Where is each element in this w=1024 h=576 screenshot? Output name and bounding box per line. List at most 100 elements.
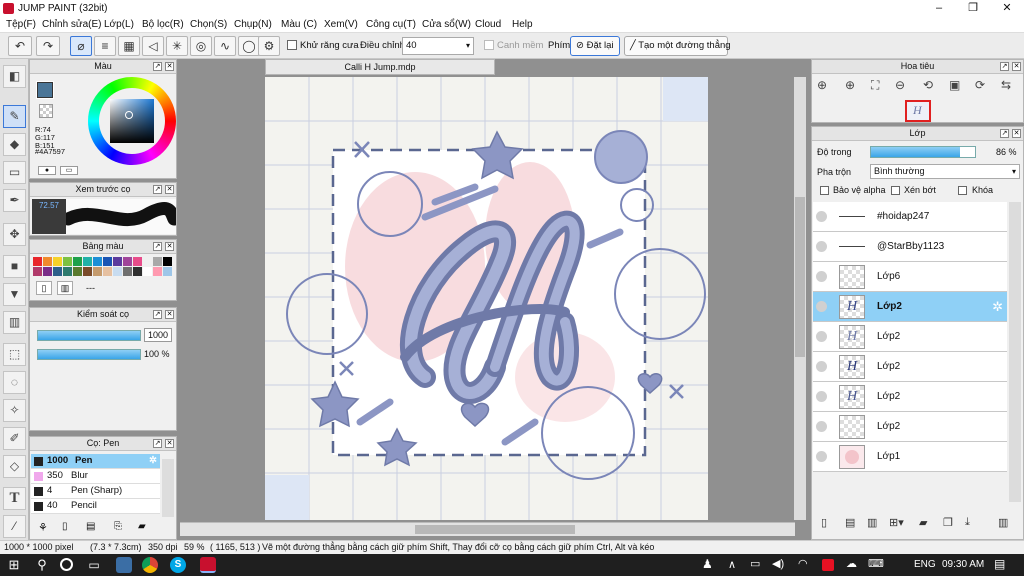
menu-tools[interactable]: Công cụ(T) [366, 19, 416, 31]
palette-swatch[interactable] [33, 267, 42, 276]
protect-alpha-checkbox[interactable] [820, 186, 829, 195]
select-rect-icon[interactable]: ⬚ [3, 343, 26, 366]
rectangle-select-icon[interactable]: ▭ [3, 161, 26, 184]
panel-close-icon[interactable]: ✕ [1012, 129, 1021, 138]
chrome-icon[interactable] [142, 557, 158, 573]
new-layer-icon[interactable]: ▯ [821, 516, 827, 529]
palette-swatch[interactable] [83, 267, 92, 276]
palette-swatch[interactable] [43, 257, 52, 266]
select-pen-icon[interactable]: ✐ [3, 427, 26, 450]
antivirus-icon[interactable] [822, 559, 834, 571]
layer-row[interactable]: Lớp6 [813, 262, 1007, 292]
folder-icon[interactable]: ▰ [919, 516, 927, 529]
panel-close-icon[interactable]: ✕ [165, 310, 174, 319]
panel-float-icon[interactable]: ↗ [1000, 62, 1009, 71]
eraser-tool-icon[interactable]: ◆ [3, 133, 26, 156]
palette-swatch[interactable] [63, 267, 72, 276]
stroke-mode-concentric-icon[interactable]: ◎ [190, 36, 212, 56]
lasso-tool-icon[interactable]: ◌ [3, 371, 26, 394]
layer-visibility-icon[interactable] [816, 241, 827, 252]
reset-rotation-icon[interactable]: ▣ [949, 78, 960, 92]
layer-row[interactable]: H Lớp2 [813, 352, 1007, 382]
photos-app-icon[interactable] [116, 557, 132, 573]
new-halftone-layer-icon[interactable]: ▤ [845, 516, 855, 529]
palette-swatch[interactable] [33, 257, 42, 266]
brush-opacity-slider[interactable] [37, 349, 141, 360]
cortana-icon[interactable] [60, 558, 73, 571]
hue-wheel[interactable] [88, 77, 176, 165]
menu-cloud[interactable]: Cloud [475, 19, 501, 31]
palette-swatch[interactable] [153, 257, 162, 266]
move-tool-icon[interactable]: ✥ [3, 223, 26, 246]
palette-swatch[interactable] [73, 257, 82, 266]
layer-visibility-icon[interactable] [816, 451, 827, 462]
layer-row[interactable]: Lớp2 [813, 412, 1007, 442]
panel-close-icon[interactable]: ✕ [165, 62, 174, 71]
layer-visibility-icon[interactable] [816, 361, 827, 372]
palette-swatch[interactable] [93, 267, 102, 276]
palette-swatch[interactable] [103, 267, 112, 276]
palette-swatch[interactable] [113, 267, 122, 276]
panel-close-icon[interactable]: ✕ [1012, 62, 1021, 71]
rotate-icon[interactable]: ⟲ [923, 78, 933, 92]
brush-settings-icon[interactable]: ⚘ [38, 521, 48, 534]
brush-tool-icon[interactable]: ✎ [3, 105, 26, 128]
panel-float-icon[interactable]: ↗ [153, 439, 162, 448]
transparent-color-swatch[interactable] [39, 104, 53, 118]
maximize-button[interactable]: ❐ [956, 0, 990, 17]
bucket-tool-icon[interactable]: ▼ [3, 283, 26, 306]
lock-checkbox[interactable] [958, 186, 967, 195]
palette-swatch[interactable] [93, 257, 102, 266]
brush-item[interactable]: 1000 Pen ✲ [31, 454, 160, 469]
layer-row[interactable]: H Lớp2 [813, 322, 1007, 352]
fit-window-icon[interactable]: ⛶ [871, 78, 879, 93]
layer-row-selected[interactable]: H Lớp2 ✲ [813, 292, 1007, 322]
layer-visibility-icon[interactable] [816, 331, 827, 342]
vertical-scroll-thumb[interactable] [795, 197, 805, 357]
menu-capture[interactable]: Chụp(N) [234, 19, 272, 31]
skype-icon[interactable]: S [170, 557, 186, 573]
layer-row[interactable]: H Lớp2 [813, 382, 1007, 412]
layer-row[interactable]: #hoidap247 [813, 202, 1007, 232]
layer-visibility-icon[interactable] [816, 391, 827, 402]
palette-swatch[interactable] [153, 267, 162, 276]
palette-swatch[interactable] [53, 257, 62, 266]
palette-swatch[interactable] [123, 257, 132, 266]
menu-edit[interactable]: Chỉnh sửa(E) [42, 19, 102, 31]
panel-float-icon[interactable]: ↗ [153, 242, 162, 251]
panel-float-icon[interactable]: ↗ [1000, 129, 1009, 138]
zoom-in-icon[interactable]: ⊕ [817, 78, 827, 92]
reset-button[interactable]: ⊘ Đặt lại [570, 36, 620, 56]
shape-fill-icon[interactable]: ■ [3, 255, 26, 278]
stroke-mode-ellipse-icon[interactable]: ◯ [238, 36, 260, 56]
speaker-icon[interactable]: ◀) [772, 557, 784, 570]
stroke-mode-parallel-icon[interactable]: ≡ [94, 36, 116, 56]
canvas-horizontal-scrollbar[interactable] [180, 522, 795, 536]
copy-layer-icon[interactable]: ❐ [943, 516, 953, 529]
gear-icon[interactable]: ✲ [149, 454, 157, 468]
language-indicator[interactable]: ENG [914, 559, 936, 570]
minimize-button[interactable]: – [922, 0, 956, 17]
blend-mode-select[interactable]: Bình thường ▾ [870, 164, 1020, 179]
stroke-settings-gear-icon[interactable]: ⚙ [258, 36, 280, 56]
layer-visibility-icon[interactable] [816, 211, 827, 222]
palette-swatch[interactable] [83, 257, 92, 266]
gradient-tool-icon[interactable]: ▥ [3, 311, 26, 334]
rotate-right-icon[interactable]: ⟳ [975, 78, 985, 92]
brush-size-slider[interactable] [37, 330, 141, 341]
panel-close-icon[interactable]: ✕ [165, 185, 174, 194]
layer-add-menu-icon[interactable]: ⊞▾ [889, 516, 904, 529]
layer-row[interactable]: @StarBby1123 [813, 232, 1007, 262]
panel-float-icon[interactable]: ↗ [153, 62, 162, 71]
primary-color-swatch[interactable] [36, 81, 54, 99]
menu-color[interactable]: Màu (C) [281, 19, 317, 31]
palette-swatch[interactable] [143, 267, 152, 276]
layer-opacity-slider[interactable] [870, 146, 976, 158]
notification-icon[interactable]: ▤ [994, 557, 1005, 571]
palette-swatch[interactable] [43, 267, 52, 276]
panel-float-icon[interactable]: ↗ [153, 185, 162, 194]
menu-filter[interactable]: Bộ lọc(R) [142, 19, 184, 31]
undo-button[interactable]: ↶ [8, 36, 32, 56]
select-eraser-icon[interactable]: ◇ [3, 455, 26, 478]
pen-tool-icon[interactable]: ✒ [3, 189, 26, 212]
